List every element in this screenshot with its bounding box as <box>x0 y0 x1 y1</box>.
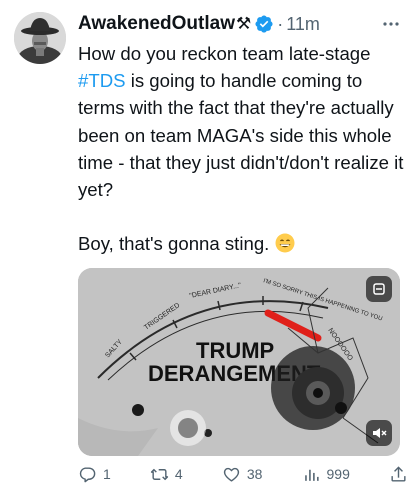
speaker-muted-icon <box>373 428 387 438</box>
reply-icon <box>79 466 96 482</box>
repost-count: 4 <box>174 466 183 482</box>
hammer-pick-emoji: ⚒ <box>235 14 252 33</box>
tag-icon <box>373 283 385 295</box>
grinning-face-emoji <box>275 233 294 253</box>
views-count: 999 <box>326 466 350 482</box>
media-tag-button[interactable] <box>366 276 392 302</box>
hashtag-link[interactable]: #TDS <box>78 70 126 91</box>
post-paragraph-1: How do you reckon team late-stage #TDS i… <box>78 40 408 203</box>
verified-badge-icon[interactable] <box>254 14 274 34</box>
trump-derangement-meter-image: SALTY TRIGGERED "DEAR DIARY..." I'M SO S… <box>78 268 400 456</box>
separator-dot: · <box>277 13 284 34</box>
like-button[interactable]: 38 <box>222 465 263 484</box>
like-count: 38 <box>246 466 263 482</box>
author-avatar[interactable] <box>14 12 66 64</box>
post-text-part-3: Boy, that's gonna sting. <box>78 233 275 255</box>
reply-button[interactable]: 1 <box>78 465 111 484</box>
post-text: How do you reckon team late-stage #TDS i… <box>78 40 408 257</box>
post-timestamp[interactable]: 11m <box>286 14 320 35</box>
post-text-part-1: How do you reckon team late-stage <box>78 43 371 64</box>
views-button[interactable]: 999 <box>302 465 350 484</box>
reply-count: 1 <box>103 466 111 482</box>
share-button[interactable] <box>389 465 408 484</box>
share-icon <box>391 465 406 482</box>
post-header: AwakenedOutlaw ⚒ · 11m <box>78 10 408 38</box>
more-icon[interactable] <box>380 14 402 34</box>
post-actions: 1 4 38 999 <box>78 462 408 486</box>
post-text-part-2: is going to handle coming to terms with … <box>78 70 404 201</box>
mute-button[interactable] <box>366 420 392 446</box>
repost-button[interactable]: 4 <box>150 465 183 484</box>
post-media-image[interactable]: SALTY TRIGGERED "DEAR DIARY..." I'M SO S… <box>78 268 400 456</box>
like-icon <box>223 467 239 482</box>
repost-icon <box>150 468 169 480</box>
headline-trump: TRUMP <box>196 338 274 363</box>
author-name[interactable]: AwakenedOutlaw <box>78 13 235 35</box>
cowboy-avatar-image <box>14 12 66 64</box>
views-icon <box>304 469 319 481</box>
post-paragraph-2: Boy, that's gonna sting. <box>78 230 408 257</box>
